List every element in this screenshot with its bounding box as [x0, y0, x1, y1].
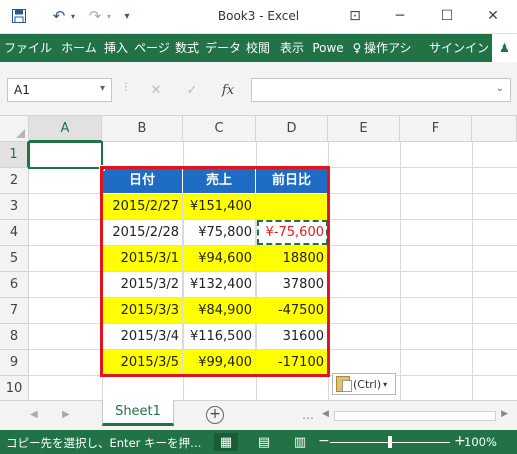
name-box[interactable]: A1 ▾ — [7, 78, 112, 102]
row-header-9[interactable]: 9 — [0, 350, 29, 376]
cell-date[interactable]: 2015/3/4 — [102, 324, 183, 350]
sheet-tab-bar: ◀ ▶ Sheet1 + … ◀ ▶ — [0, 400, 517, 430]
cell-date[interactable]: 2015/3/5 — [102, 350, 183, 376]
cell-sales[interactable]: ¥99,400 — [183, 350, 256, 376]
status-bar: コピー先を選択し、Enter キーを押… ▦ ▤ ▥ − + 100% — [0, 430, 517, 454]
row-header-10[interactable]: 10 — [0, 376, 29, 402]
chevron-down-icon: ▾ — [383, 379, 388, 389]
tab-review[interactable]: 校閲 — [242, 34, 274, 62]
row-header-1[interactable]: 1 — [0, 142, 29, 168]
column-header-a[interactable]: A — [29, 116, 102, 142]
cell-sales[interactable]: ¥132,400 — [183, 272, 256, 298]
page-layout-view-icon[interactable]: ▤ — [252, 433, 276, 451]
formula-bar: A1 ▾ ⋮ ✕ ✓ fx ⌄ — [0, 62, 517, 116]
row-header-8[interactable]: 8 — [0, 324, 29, 350]
column-header-c[interactable]: C — [183, 116, 256, 142]
scroll-left-icon[interactable]: ◀ — [322, 409, 329, 419]
cell-date[interactable]: 2015/3/1 — [102, 246, 183, 272]
lightbulb-icon: ♀ — [352, 41, 362, 55]
horizontal-scrollbar[interactable]: ◀ ▶ — [320, 409, 510, 423]
sheet-tab-sheet1[interactable]: Sheet1 — [102, 400, 174, 426]
cell-date[interactable]: 2015/3/2 — [102, 272, 183, 298]
clipboard-icon — [336, 376, 352, 392]
add-sheet-icon[interactable]: + — [206, 406, 224, 424]
cancel-icon[interactable]: ✕ — [142, 78, 170, 102]
cell-date[interactable]: 2015/2/28 — [102, 220, 183, 246]
ribbon-display-options-icon[interactable]: ⊡ — [340, 4, 370, 28]
status-message: コピー先を選択し、Enter キーを押… — [6, 436, 202, 450]
zoom-out-icon[interactable]: − — [318, 433, 330, 449]
close-button[interactable]: ✕ — [478, 4, 508, 28]
column-header-d[interactable]: D — [256, 116, 328, 142]
row-header-3[interactable]: 3 — [0, 194, 29, 220]
cell-sales[interactable]: ¥116,500 — [183, 324, 256, 350]
tab-insert[interactable]: 挿入 — [100, 34, 132, 62]
tab-formulas[interactable]: 数式 — [171, 34, 203, 62]
tab-home[interactable]: ホーム — [60, 34, 98, 62]
cell-sales[interactable]: ¥84,900 — [183, 298, 256, 324]
fill-handle[interactable] — [99, 165, 105, 171]
scrollbar-track[interactable] — [334, 411, 496, 421]
header-cell-date[interactable]: 日付 — [102, 168, 183, 194]
tab-file[interactable]: ファイル — [0, 34, 56, 62]
tab-power[interactable]: Powe — [310, 34, 346, 62]
insert-function-icon[interactable]: fx — [214, 78, 242, 102]
sheet-next-icon[interactable]: ▶ — [62, 409, 70, 420]
cell-sales[interactable]: ¥94,600 — [183, 246, 256, 272]
row-header-2[interactable]: 2 — [0, 168, 29, 194]
cell-diff[interactable] — [256, 194, 328, 220]
cell-sales[interactable]: ¥75,800 — [183, 220, 256, 246]
column-header-blank — [472, 116, 517, 142]
column-header-f[interactable]: F — [400, 116, 472, 142]
expand-formula-bar-icon[interactable]: ⌄ — [496, 83, 504, 94]
cell-diff[interactable]: 31600 — [256, 324, 328, 350]
sign-in-link[interactable]: サインイン — [428, 34, 490, 62]
tell-me-search[interactable]: 操作アシ — [364, 34, 424, 62]
row-header-5[interactable]: 5 — [0, 246, 29, 272]
scroll-right-icon[interactable]: ▶ — [501, 409, 508, 419]
cell-diff[interactable]: 18800 — [256, 246, 328, 272]
cell-diff[interactable]: ¥-75,600 — [256, 220, 328, 246]
zoom-level[interactable]: 100% — [464, 435, 497, 449]
cell-date[interactable]: 2015/3/3 — [102, 298, 183, 324]
paste-options-label: (Ctrl) — [353, 377, 382, 391]
row-header-6[interactable]: 6 — [0, 272, 29, 298]
zoom-slider-thumb[interactable] — [388, 436, 392, 448]
sheet-prev-icon[interactable]: ◀ — [30, 409, 38, 420]
enter-icon[interactable]: ✓ — [178, 78, 206, 102]
cell-diff[interactable]: -47500 — [256, 298, 328, 324]
tab-view[interactable]: 表示 — [276, 34, 308, 62]
chevron-down-icon[interactable]: ▾ — [100, 83, 105, 94]
column-header-e[interactable]: E — [328, 116, 400, 142]
minimize-button[interactable]: ─ — [385, 4, 415, 28]
row-header-4[interactable]: 4 — [0, 220, 29, 246]
header-cell-sales[interactable]: 売上 — [183, 168, 256, 194]
name-box-value: A1 — [14, 83, 30, 97]
share-icon[interactable]: ♟ — [492, 34, 517, 62]
row-header-7[interactable]: 7 — [0, 298, 29, 324]
normal-view-icon[interactable]: ▦ — [214, 433, 238, 451]
cell-sales[interactable]: ¥151,400 — [183, 194, 256, 220]
column-header-b[interactable]: B — [102, 116, 183, 142]
worksheet-grid[interactable]: A B C D E F 1 2 3 4 5 6 7 8 9 10 日付 売上 前… — [0, 116, 517, 402]
ribbon-tabs: ファイル ホーム 挿入 ページ 数式 データ 校閲 表示 Powe ♀ 操作アシ… — [0, 34, 517, 62]
title-bar: ↶ ▾ ↷ ▾ ▾ Book3 - Excel ⊡ ─ ☐ ✕ — [0, 0, 517, 34]
select-all-button[interactable] — [0, 116, 29, 142]
tab-data[interactable]: データ — [205, 34, 241, 62]
page-break-view-icon[interactable]: ▥ — [288, 433, 312, 451]
cell-diff[interactable]: 37800 — [256, 272, 328, 298]
tab-page-layout[interactable]: ページ — [134, 34, 170, 62]
formula-input[interactable]: ⌄ — [251, 78, 511, 102]
more-options-icon[interactable]: … — [302, 408, 314, 422]
active-cell-a1[interactable] — [28, 141, 103, 169]
separator-icon: ⋮ — [121, 82, 131, 93]
paste-options-button[interactable]: (Ctrl) ▾ — [332, 373, 396, 395]
cell-diff[interactable]: -17100 — [256, 350, 328, 376]
header-cell-diff[interactable]: 前日比 — [256, 168, 328, 194]
cell-date[interactable]: 2015/2/27 — [102, 194, 183, 220]
maximize-button[interactable]: ☐ — [432, 4, 462, 28]
